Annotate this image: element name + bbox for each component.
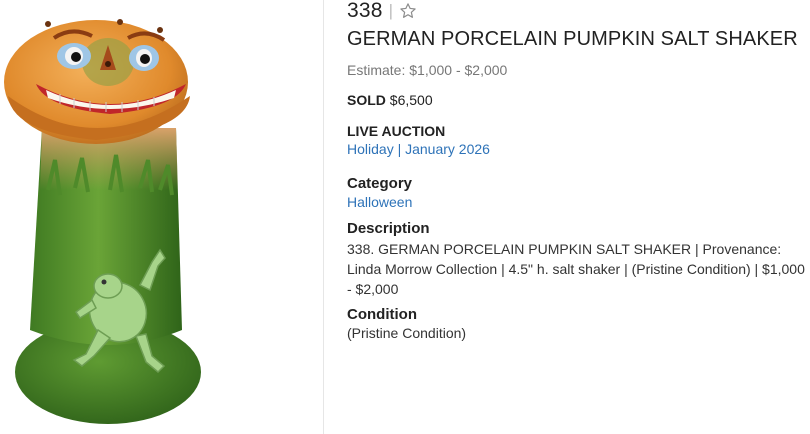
auction-link[interactable]: Holiday | January 2026 (347, 141, 490, 157)
sold-price: SOLD $6,500 (347, 92, 807, 108)
lot-number: 338 (347, 0, 383, 22)
condition-text: (Pristine Condition) (347, 325, 467, 341)
estimate-text: Estimate: $1,000 - $2,000 (347, 62, 508, 78)
category-heading: Category (347, 175, 413, 192)
live-auction-heading: LIVE AUCTION (347, 123, 446, 139)
lot-header-row: 338 | (347, 0, 807, 22)
lot-title: GERMAN PORCELAIN PUMPKIN SALT SHAKER (347, 28, 798, 50)
sold-label: SOLD (347, 92, 386, 108)
condition-heading: Condition (347, 306, 417, 323)
salt-shaker-image (4, 19, 201, 424)
category-link[interactable]: Halloween (347, 194, 412, 210)
lot-details: 338 | GERMAN PORCELAIN PUMPKIN SALT SHAK… (347, 0, 807, 343)
separator: | (388, 1, 394, 20)
lot-photo[interactable] (0, 0, 324, 434)
description-heading: Description (347, 220, 430, 237)
star-outline-icon[interactable] (399, 2, 417, 20)
description-text: 338. GERMAN PORCELAIN PUMPKIN SALT SHAKE… (347, 241, 805, 297)
sold-amount: $6,500 (389, 92, 433, 108)
